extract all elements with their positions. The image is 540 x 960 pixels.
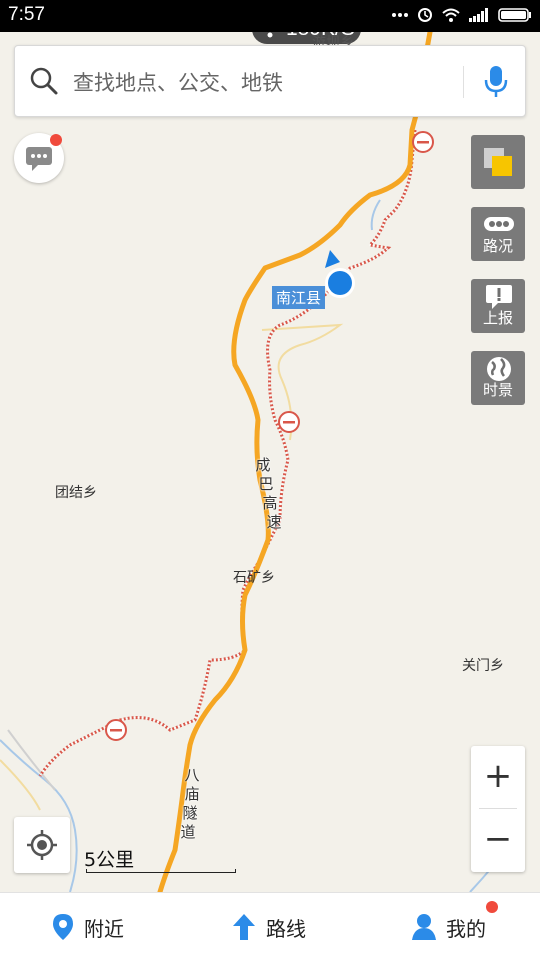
tab-mine-label: 我的 (446, 916, 486, 941)
status-time: 7:57 (8, 4, 45, 25)
route-arrow-icon (233, 914, 255, 940)
crosshair-icon (27, 830, 57, 860)
zoom-in-button[interactable]: + (471, 746, 525, 808)
report-button[interactable]: 上报 (471, 279, 525, 333)
user-icon (412, 914, 436, 940)
road-label-bamiao: 八 庙 隧 道 (180, 766, 200, 841)
place-label: 团结乡 (55, 485, 97, 501)
message-button[interactable] (14, 133, 64, 183)
current-location-marker (325, 250, 355, 298)
search-box[interactable]: 查找地点、公交、地铁 (14, 45, 526, 117)
traffic-icon (484, 217, 514, 231)
search-divider (463, 66, 464, 98)
layers-icon (484, 148, 512, 176)
status-bar: 7:57 (0, 0, 540, 32)
more-dots-icon (392, 13, 408, 17)
location-pin-icon (53, 914, 73, 940)
map-view[interactable]: 游坝乡 南江县 团结乡 石矿乡 关门乡 成 巴 高 速 八 庙 隧 道 (0, 29, 540, 895)
place-label: 关门乡 (462, 658, 504, 674)
road-closure-marker (278, 411, 300, 433)
search-icon (29, 66, 59, 100)
wifi-icon (442, 8, 460, 22)
tab-nearby[interactable]: 附近 (52, 893, 124, 960)
road-label-chengba: 成 巴 高 速 (255, 456, 282, 531)
minor-road-2 (0, 759, 41, 811)
street-view-button[interactable]: 时景 (471, 351, 525, 405)
road-closure-marker (105, 719, 127, 741)
county-label[interactable]: 南江县 (272, 286, 326, 309)
traffic-button[interactable]: 路况 (471, 207, 525, 261)
alarm-icon (418, 8, 432, 22)
highway-road (157, 29, 433, 895)
place-label: 石矿乡 (233, 570, 275, 586)
tab-mine[interactable]: 我的 (412, 893, 486, 960)
scale-bar (86, 869, 236, 873)
status-icons (392, 7, 532, 23)
zoom-control: + − (471, 746, 525, 872)
microphone-icon[interactable] (483, 64, 509, 104)
scale-label: 5公里 (84, 849, 135, 871)
zoom-out-button[interactable]: − (471, 809, 525, 871)
street-view-label: 时景 (482, 381, 513, 399)
layers-button[interactable] (471, 135, 525, 189)
tab-nearby-label: 附近 (84, 916, 124, 941)
tab-route[interactable]: 路线 (232, 893, 306, 960)
notification-dot (486, 901, 498, 913)
search-input[interactable]: 查找地点、公交、地铁 (73, 67, 283, 97)
provincial-road (38, 129, 417, 777)
river-4 (370, 199, 381, 231)
locate-button[interactable] (14, 817, 70, 873)
tab-route-label: 路线 (266, 916, 306, 941)
traffic-label: 路况 (482, 237, 513, 255)
minor-road (261, 323, 344, 441)
river-2 (7, 729, 56, 791)
signal-icon (469, 8, 488, 22)
bottom-nav: 附近 路线 我的 (0, 892, 540, 960)
notification-dot (50, 134, 62, 146)
road-closure-marker (412, 131, 434, 153)
report-label: 上报 (482, 309, 513, 327)
battery-icon (498, 8, 531, 22)
